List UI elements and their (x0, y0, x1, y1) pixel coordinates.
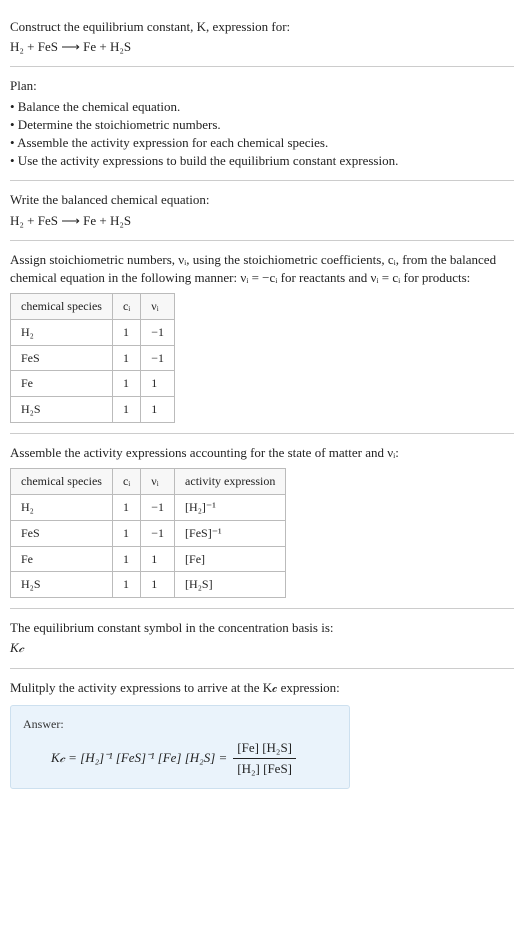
cell-species: H₂ (11, 495, 113, 521)
balanced-section: Write the balanced chemical equation: H₂… (10, 181, 514, 240)
col-ci: cᵢ (112, 469, 140, 495)
cell-ci: 1 (112, 345, 140, 371)
cell-ci: 1 (112, 319, 140, 345)
cell-vi: 1 (141, 572, 175, 598)
cell-ci: 1 (112, 397, 140, 423)
stoich-table: chemical species cᵢ νᵢ H₂ 1 −1 FeS 1 −1 … (10, 293, 175, 423)
cell-species: H₂ (11, 319, 113, 345)
table-row: H₂ 1 −1 [H₂]⁻¹ (11, 495, 286, 521)
activity-title: Assemble the activity expressions accoun… (10, 444, 514, 462)
table-row: FeS 1 −1 (11, 345, 175, 371)
kc-symbol: K𝒸 (10, 639, 514, 657)
table-row: H₂S 1 1 (11, 397, 175, 423)
activity-table: chemical species cᵢ νᵢ activity expressi… (10, 468, 286, 598)
multiply-section: Mulitply the activity expressions to arr… (10, 669, 514, 799)
plan-item: • Balance the chemical equation. (10, 98, 514, 116)
table-header-row: chemical species cᵢ νᵢ activity expressi… (11, 469, 286, 495)
table-row: Fe 1 1 [Fe] (11, 546, 286, 572)
cell-species: Fe (11, 546, 113, 572)
cell-vi: 1 (141, 371, 175, 397)
col-vi: νᵢ (141, 294, 175, 320)
plan-item: • Use the activity expressions to build … (10, 152, 514, 170)
balanced-equation: H₂ + FeS ⟶ Fe + H₂S (10, 212, 514, 230)
balanced-title: Write the balanced chemical equation: (10, 191, 514, 209)
fraction-numerator: [Fe] [H₂S] (233, 739, 296, 759)
cell-ci: 1 (112, 520, 140, 546)
answer-label: Answer: (23, 716, 337, 733)
cell-vi: 1 (141, 546, 175, 572)
plan-title: Plan: (10, 77, 514, 95)
cell-vi: −1 (141, 345, 175, 371)
plan-list: • Balance the chemical equation. • Deter… (10, 98, 514, 171)
answer-box: Answer: K𝒸 = [H₂]⁻¹ [FeS]⁻¹ [Fe] [H₂S] =… (10, 705, 350, 789)
stoich-title: Assign stoichiometric numbers, νᵢ, using… (10, 251, 514, 287)
table-row: FeS 1 −1 [FeS]⁻¹ (11, 520, 286, 546)
table-row: Fe 1 1 (11, 371, 175, 397)
cell-expr: [FeS]⁻¹ (175, 520, 286, 546)
activity-section: Assemble the activity expressions accoun… (10, 434, 514, 609)
plan-item: • Assemble the activity expression for e… (10, 134, 514, 152)
fraction-denominator: [H₂] [FeS] (233, 759, 296, 778)
kc-title: The equilibrium constant symbol in the c… (10, 619, 514, 637)
cell-species: H₂S (11, 572, 113, 598)
stoich-section: Assign stoichiometric numbers, νᵢ, using… (10, 241, 514, 434)
col-ci: cᵢ (112, 294, 140, 320)
plan-section: Plan: • Balance the chemical equation. •… (10, 67, 514, 181)
cell-vi: −1 (141, 520, 175, 546)
cell-ci: 1 (112, 371, 140, 397)
col-species: chemical species (11, 294, 113, 320)
cell-species: Fe (11, 371, 113, 397)
table-row: H₂ 1 −1 (11, 319, 175, 345)
cell-species: H₂S (11, 397, 113, 423)
cell-ci: 1 (112, 572, 140, 598)
prompt-title: Construct the equilibrium constant, K, e… (10, 18, 514, 36)
cell-vi: −1 (141, 495, 175, 521)
cell-expr: [H₂S] (175, 572, 286, 598)
cell-expr: [Fe] (175, 546, 286, 572)
col-expr: activity expression (175, 469, 286, 495)
cell-ci: 1 (112, 546, 140, 572)
col-species: chemical species (11, 469, 113, 495)
answer-expression: K𝒸 = [H₂]⁻¹ [FeS]⁻¹ [Fe] [H₂S] = [Fe] [H… (23, 739, 337, 778)
cell-vi: −1 (141, 319, 175, 345)
cell-species: FeS (11, 520, 113, 546)
multiply-title: Mulitply the activity expressions to arr… (10, 679, 514, 697)
answer-lhs: K𝒸 = [H₂]⁻¹ [FeS]⁻¹ [Fe] [H₂S] = (51, 749, 227, 767)
table-row: H₂S 1 1 [H₂S] (11, 572, 286, 598)
prompt-section: Construct the equilibrium constant, K, e… (10, 8, 514, 67)
table-header-row: chemical species cᵢ νᵢ (11, 294, 175, 320)
cell-species: FeS (11, 345, 113, 371)
cell-vi: 1 (141, 397, 175, 423)
plan-item: • Determine the stoichiometric numbers. (10, 116, 514, 134)
kc-section: The equilibrium constant symbol in the c… (10, 609, 514, 668)
answer-fraction: [Fe] [H₂S] [H₂] [FeS] (233, 739, 296, 778)
col-vi: νᵢ (141, 469, 175, 495)
prompt-equation: H₂ + FeS ⟶ Fe + H₂S (10, 38, 514, 56)
cell-ci: 1 (112, 495, 140, 521)
cell-expr: [H₂]⁻¹ (175, 495, 286, 521)
